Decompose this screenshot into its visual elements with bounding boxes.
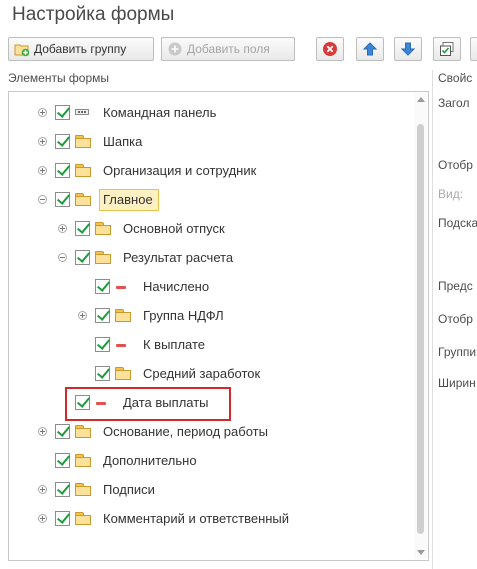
checkbox[interactable] [75, 249, 91, 265]
scroll-up-icon[interactable] [417, 97, 425, 102]
tree-item-label: Группа НДФЛ [143, 308, 224, 323]
tree-row-command-panel[interactable]: Командная панель [9, 102, 414, 124]
folder-icon [75, 512, 91, 525]
arrow-up-icon [362, 41, 378, 57]
toolbar-more-button[interactable] [470, 37, 477, 61]
folder-icon [75, 193, 91, 206]
folder-icon [75, 483, 91, 496]
panel-divider[interactable] [432, 70, 433, 569]
tree-row-calc-result[interactable]: Результат расчета [9, 247, 414, 269]
tree-item-label: Командная панель [103, 105, 217, 120]
folder-icon [75, 164, 91, 177]
checkbox[interactable] [55, 423, 71, 439]
window-title: Настройка формы [12, 4, 175, 25]
expand-icon[interactable] [38, 137, 47, 146]
folder-icon [115, 309, 131, 322]
checkbox[interactable] [55, 452, 71, 468]
tree-item-label: Главное [103, 192, 153, 207]
arrow-down-icon [400, 41, 416, 57]
add-group-button[interactable]: Добавить группу [8, 37, 154, 61]
expand-icon[interactable] [38, 108, 47, 117]
tree-row-accrued[interactable]: Начислено [9, 276, 414, 298]
folder-icon [75, 425, 91, 438]
expand-icon[interactable] [38, 166, 47, 175]
folder-icon [115, 367, 131, 380]
expand-icon[interactable] [38, 485, 47, 494]
add-group-icon [14, 41, 30, 57]
delete-button[interactable] [316, 37, 344, 61]
collapse-icon[interactable] [58, 253, 67, 262]
check-all-button[interactable] [433, 37, 461, 61]
tree-row-basis-period[interactable]: Основание, период работы [9, 421, 414, 443]
folder-icon [75, 454, 91, 467]
tree-scrollbar[interactable] [414, 93, 427, 559]
tree-item-label: Основной отпуск [123, 221, 225, 236]
checkbox[interactable] [95, 336, 111, 352]
move-down-button[interactable] [394, 37, 422, 61]
expand-icon[interactable] [38, 514, 47, 523]
scroll-thumb[interactable] [417, 124, 424, 534]
tree-item-label: Начислено [143, 279, 210, 294]
add-fields-icon [167, 41, 183, 57]
form-elements-header: Элементы формы [8, 71, 110, 85]
checkbox[interactable] [95, 365, 111, 381]
tree-item-label: Организация и сотрудник [103, 163, 257, 178]
checkbox[interactable] [75, 220, 91, 236]
property-label: Отобр [438, 158, 473, 172]
checkbox[interactable] [55, 191, 71, 207]
checkbox[interactable] [95, 278, 111, 294]
tree-row-signatures[interactable]: Подписи [9, 479, 414, 501]
property-label: Вид: [438, 187, 464, 201]
tree-row-organization[interactable]: Организация и сотрудник [9, 160, 414, 182]
tree-row-comment[interactable]: Комментарий и ответственный [9, 508, 414, 530]
tree-row-main[interactable]: Главное [9, 189, 414, 211]
tree-item-label: Результат расчета [123, 250, 234, 265]
tree-row-additional[interactable]: Дополнительно [9, 450, 414, 472]
tree-item-label: Средний заработок [143, 366, 261, 381]
highlight-frame [65, 387, 231, 421]
tree-item-label: Подписи [103, 482, 155, 497]
add-fields-label: Добавить поля [187, 42, 270, 56]
delete-icon [322, 41, 338, 57]
tree-row-header[interactable]: Шапка [9, 131, 414, 153]
expand-icon[interactable] [58, 224, 67, 233]
command-panel-icon [75, 109, 89, 115]
move-up-button[interactable] [356, 37, 384, 61]
folder-icon [95, 222, 111, 235]
collapse-icon[interactable] [38, 195, 47, 204]
checkbox[interactable] [55, 510, 71, 526]
tree-item-label: Дополнительно [103, 453, 197, 468]
property-label: Предс [438, 279, 473, 293]
checkbox[interactable] [55, 104, 71, 120]
tree-row-average-earnings[interactable]: Средний заработок [9, 363, 414, 385]
property-label: Группи [438, 345, 477, 359]
checkbox[interactable] [95, 307, 111, 323]
property-label: Подска [438, 216, 477, 230]
tree-item-label: Шапка [103, 134, 143, 149]
field-icon [116, 344, 126, 347]
property-label: Отобр [438, 312, 473, 326]
expand-icon[interactable] [78, 311, 87, 320]
expand-icon[interactable] [38, 427, 47, 436]
field-icon [116, 286, 126, 289]
add-group-label: Добавить группу [34, 42, 127, 56]
properties-header: Свойс [438, 71, 473, 85]
add-fields-button[interactable]: Добавить поля [161, 37, 295, 61]
tree-item-label: К выплате [143, 337, 206, 352]
checkbox[interactable] [55, 481, 71, 497]
property-label: Загол [438, 96, 470, 110]
checkbox[interactable] [55, 133, 71, 149]
property-label: Ширин [438, 376, 476, 390]
folder-icon [75, 135, 91, 148]
scroll-down-icon[interactable] [417, 550, 425, 555]
checkbox[interactable] [55, 162, 71, 178]
form-elements-tree[interactable]: Командная панель Шапка Организация и сот… [8, 91, 429, 561]
tree-row-to-pay[interactable]: К выплате [9, 334, 414, 356]
tree-item-label: Комментарий и ответственный [103, 511, 290, 526]
folder-icon [95, 251, 111, 264]
tree-row-main-vacation[interactable]: Основной отпуск [9, 218, 414, 240]
check-list-icon [439, 41, 455, 57]
tree-row-ndfl-group[interactable]: Группа НДФЛ [9, 305, 414, 327]
tree-item-label: Основание, период работы [103, 424, 268, 439]
